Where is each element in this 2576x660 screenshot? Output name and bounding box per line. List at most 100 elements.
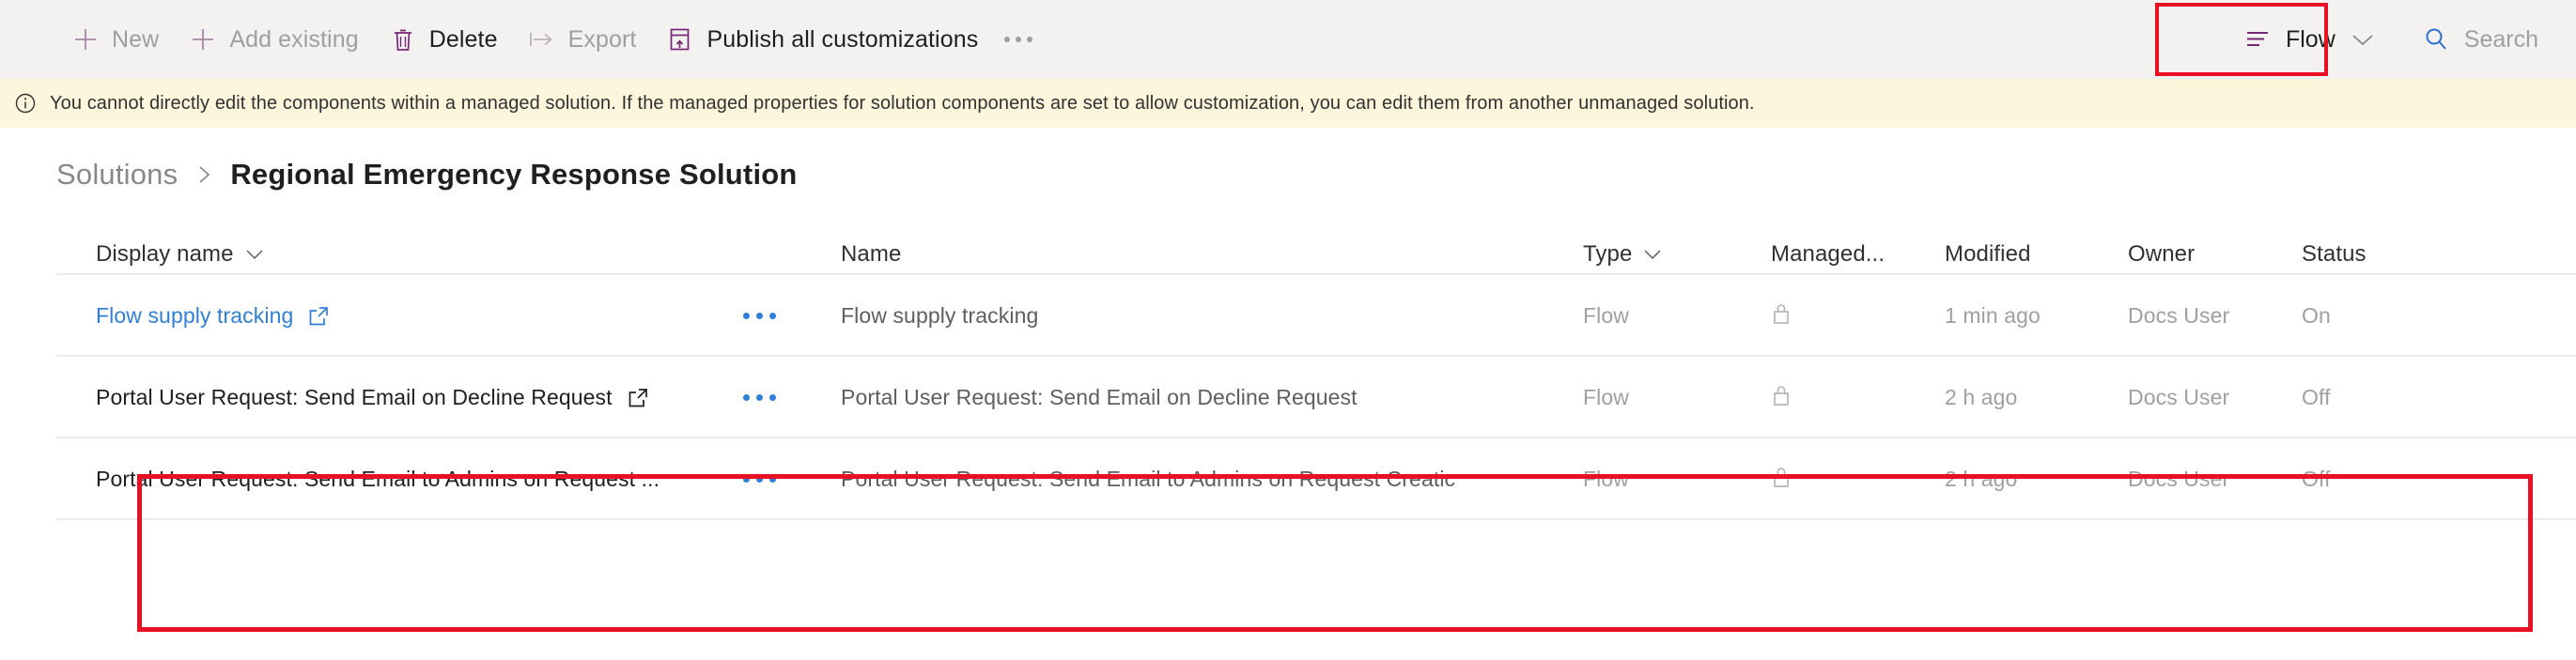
row-owner: Docs User (2128, 467, 2229, 491)
ellipsis-dot (743, 313, 750, 319)
cell-managed (1771, 383, 1945, 412)
page-title: Regional Emergency Response Solution (230, 158, 797, 192)
cell-display-name: Portal User Request: Send Email to Admin… (56, 467, 728, 492)
display-name-header[interactable]: Display name (96, 241, 264, 268)
row-modified: 2 h ago (1945, 385, 2017, 409)
column-header-name[interactable]: Name (841, 241, 1583, 268)
publish-icon (666, 25, 694, 54)
flow-filter-label: Flow (2286, 26, 2335, 54)
ellipsis-dot (1016, 37, 1021, 42)
row-name: Portal User Request: Send Email to Admin… (841, 467, 1570, 492)
row-type: Flow (1583, 385, 1629, 409)
cell-modified: 1 min ago (1945, 303, 2128, 329)
more-options-icon[interactable] (743, 476, 776, 483)
row-status: Off (2302, 467, 2331, 491)
row-status: On (2302, 303, 2331, 328)
solution-components-grid: Display name Name Type Managed... Modifi… (0, 226, 2576, 520)
flow-filter-wrapper: Flow (2227, 7, 2392, 72)
chevron-right-icon (194, 163, 213, 186)
cell-modified: 2 h ago (1945, 467, 2128, 492)
export-button[interactable]: Export (513, 7, 652, 72)
column-header-managed[interactable]: Managed... (1771, 241, 1945, 268)
search-input-placeholder: Search (2464, 26, 2538, 54)
cell-name: Portal User Request: Send Email on Decli… (841, 385, 1583, 410)
open-in-new-icon[interactable] (308, 306, 329, 327)
cell-display-name: Portal User Request: Send Email on Decli… (56, 385, 728, 410)
lock-icon (1771, 301, 1792, 326)
add-existing-button[interactable]: Add existing (174, 7, 373, 72)
row-type: Flow (1583, 467, 1629, 491)
new-button[interactable]: New (56, 7, 174, 72)
cell-type: Flow (1583, 467, 1771, 492)
publish-all-customizations-button[interactable]: Publish all customizations (651, 7, 993, 72)
flow-filter-dropdown[interactable]: Flow (2227, 7, 2392, 72)
search-box[interactable]: Search (2409, 7, 2576, 72)
command-bar-overflow-button[interactable] (993, 7, 1044, 72)
open-in-new-icon[interactable] (628, 388, 648, 408)
trash-icon (389, 25, 417, 54)
more-options-icon[interactable] (743, 313, 776, 319)
column-header-modified[interactable]: Modified (1945, 241, 2128, 268)
name-header-label: Name (841, 241, 901, 268)
search-icon (2422, 25, 2450, 54)
row-owner: Docs User (2128, 385, 2229, 409)
cell-row-menu (728, 313, 841, 319)
type-header[interactable]: Type (1583, 241, 1662, 268)
ellipsis-dot (769, 313, 776, 319)
delete-button[interactable]: Delete (374, 7, 513, 72)
managed-header-label: Managed... (1771, 241, 1885, 268)
row-name: Flow supply tracking (841, 303, 1570, 329)
row-name: Portal User Request: Send Email on Decli… (841, 385, 1570, 410)
plus-icon (189, 25, 217, 54)
ellipsis-dot (1027, 37, 1032, 42)
breadcrumb-solutions-link[interactable]: Solutions (56, 158, 178, 192)
status-header-label: Status (2302, 241, 2367, 268)
column-header-type[interactable]: Type (1583, 241, 1771, 268)
column-header-display-name[interactable]: Display name (56, 241, 728, 268)
modified-header-label: Modified (1945, 241, 2031, 268)
cell-owner: Docs User (2128, 303, 2302, 329)
chevron-down-icon (2349, 25, 2377, 54)
row-modified: 1 min ago (1945, 303, 2041, 328)
lock-icon (1771, 383, 1792, 407)
chevron-down-icon (1643, 248, 1662, 261)
ellipsis-dot (769, 476, 776, 483)
table-row[interactable]: Flow supply tracking Flow supply trackin… (0, 275, 2576, 357)
cell-row-menu (728, 476, 841, 483)
plus-icon (71, 25, 100, 54)
row-display-name-link[interactable]: Portal User Request: Send Email on Decli… (96, 385, 613, 410)
row-status: Off (2302, 385, 2331, 409)
table-row[interactable]: Portal User Request: Send Email on Decli… (0, 357, 2576, 438)
cell-type: Flow (1583, 303, 1771, 329)
row-display-name-link[interactable]: Portal User Request: Send Email to Admin… (96, 467, 660, 492)
export-icon (528, 25, 556, 54)
type-header-label: Type (1583, 241, 1632, 268)
lock-icon (1771, 465, 1792, 489)
display-name-header-label: Display name (96, 241, 234, 268)
cell-modified: 2 h ago (1945, 385, 2128, 410)
row-separator (56, 518, 2576, 520)
grid-header-row: Display name Name Type Managed... Modifi… (0, 226, 2576, 275)
cell-status: Off (2302, 467, 2471, 492)
ellipsis-dot (769, 394, 776, 401)
add-existing-button-label: Add existing (229, 26, 358, 54)
row-display-name-link[interactable]: Flow supply tracking (96, 303, 293, 329)
cell-name: Flow supply tracking (841, 303, 1583, 329)
more-options-icon[interactable] (743, 394, 776, 401)
ellipsis-dot (756, 394, 763, 401)
command-bar: New Add existing Delete Export (0, 0, 2576, 79)
cell-owner: Docs User (2128, 385, 2302, 410)
cell-owner: Docs User (2128, 467, 2302, 492)
column-header-owner[interactable]: Owner (2128, 241, 2302, 268)
delete-button-label: Delete (429, 26, 498, 54)
column-header-status[interactable]: Status (2302, 241, 2471, 268)
ellipsis-dot (756, 476, 763, 483)
cell-type: Flow (1583, 385, 1771, 410)
export-button-label: Export (568, 26, 637, 54)
table-row[interactable]: Portal User Request: Send Email to Admin… (0, 438, 2576, 520)
cell-managed (1771, 465, 1945, 494)
owner-header-label: Owner (2128, 241, 2195, 268)
ellipsis-dot (1004, 37, 1010, 42)
row-owner: Docs User (2128, 303, 2229, 328)
banner-message: You cannot directly edit the components … (50, 93, 1755, 115)
